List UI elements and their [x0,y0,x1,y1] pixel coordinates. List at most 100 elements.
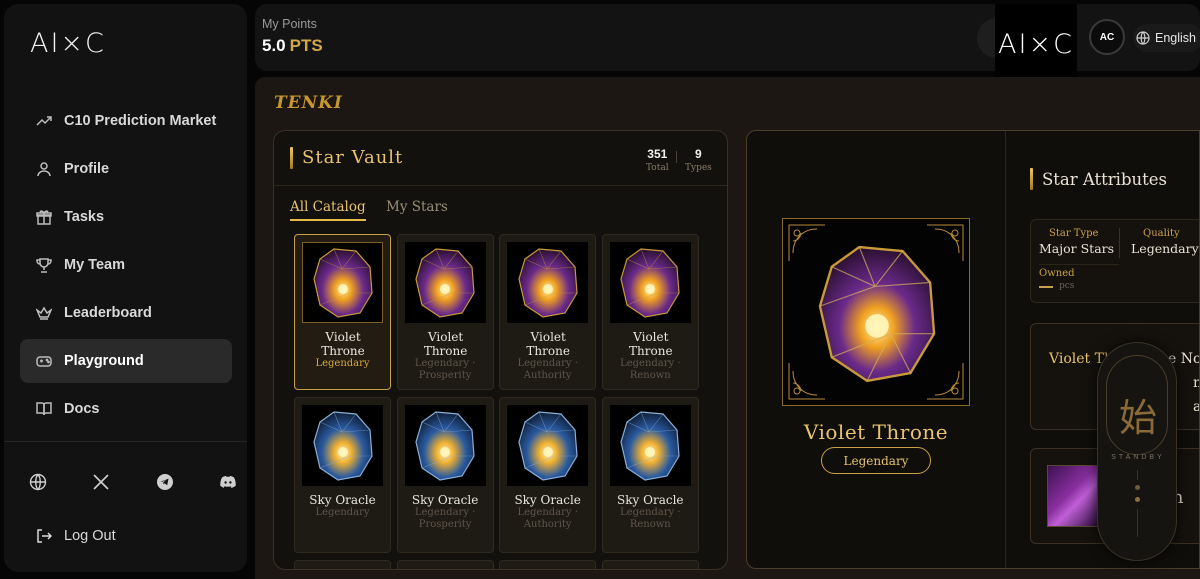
standby-widget[interactable]: 始 STANDBY [1097,342,1177,561]
star-card[interactable] [294,560,391,569]
quality-badge: Legendary [821,447,931,474]
star-card[interactable] [396,560,494,569]
star-card[interactable]: Violet Throne Legendary [294,234,391,390]
card-image [609,242,691,323]
quality-value: Legendary [1131,241,1199,256]
card-image [302,242,383,323]
card-name: Sky Oracle [514,493,581,507]
sidebar-item-label: Docs [64,401,100,417]
sidebar-item-leaderboard[interactable]: Leaderboard [20,291,232,335]
app-logo[interactable]: AI×C [30,28,106,59]
card-image [609,405,691,486]
widget-dot [1135,497,1140,502]
total-count: 351 [647,147,668,161]
owned-label: Owned [1039,268,1075,279]
telegram-icon[interactable] [155,472,175,492]
star-card[interactable] [601,560,699,569]
sidebar: AI×C C10 Prediction Market Profile Tasks… [4,4,247,572]
sidebar-item-playground[interactable]: Playground [20,339,232,383]
sidebar-item-label: Profile [64,161,110,177]
sidebar-item-tasks[interactable]: Tasks [20,195,232,239]
violet-gem-icon [818,245,936,383]
crown-icon [36,305,52,321]
star-card[interactable]: Violet Throne Legendary · Renown [601,234,699,390]
star-card[interactable]: Sky Oracle Legendary · Prosperity [396,397,494,553]
owned-unit: pcs [1059,281,1075,291]
tab-all-catalog[interactable]: All Catalog [290,199,366,221]
widget-line [1137,509,1138,537]
trending-up-icon [36,113,52,129]
book-icon [36,401,52,417]
avatar[interactable]: AC [1089,19,1125,55]
star-card[interactable]: Sky Oracle Legendary · Renown [601,397,699,553]
globe-icon[interactable] [28,472,48,492]
sidebar-item-label: My Team [64,257,125,273]
card-name: Violet Throne [423,330,468,358]
sidebar-item-label: Tasks [64,209,105,225]
sidebar-item-label: Playground [64,353,144,369]
logout-label: Log Out [64,528,116,544]
sky-gem-icon [518,410,578,481]
user-icon [36,161,52,177]
card-quality: Legendary · [620,358,681,369]
tab-my-stars[interactable]: My Stars [386,199,448,215]
card-quality: Legendary [315,507,370,518]
sky-gem-icon [415,410,475,481]
card-name: Sky Oracle [411,493,479,507]
card-name: Sky Oracle [309,493,376,507]
card-quality: Legendary · [620,507,681,518]
sidebar-item-prediction-market[interactable]: C10 Prediction Market [20,99,232,143]
points-label: My Points [262,17,317,31]
card-attribute: Prosperity [418,519,472,530]
card-quality: Legendary · [414,507,476,518]
star-hero-image [782,218,970,406]
card-attribute: Renown [629,370,671,381]
card-attribute: Authority [523,370,572,381]
sky-gem-icon [620,410,680,481]
attr-accent-bar [1030,168,1033,190]
social-links [28,472,238,492]
card-image [404,405,486,486]
gamepad-icon [36,353,52,369]
related-star-image [1047,465,1099,527]
globe-icon [1136,31,1150,45]
widget-line [1137,470,1138,480]
header-logo[interactable]: AI×C [995,4,1077,84]
star-card[interactable] [499,560,597,569]
sidebar-item-docs[interactable]: Docs [20,387,232,431]
owned-value-placeholder [1039,286,1053,288]
star-card[interactable]: Violet Throne Legendary · Authority [499,234,597,390]
star-card[interactable]: Sky Oracle Legendary · Authority [499,397,597,553]
star-name: Violet Throne [803,420,949,444]
attributes-box: Star Type Major Stars Quality Legendary … [1030,219,1199,303]
vault-title: Star Vault [302,147,404,168]
star-card[interactable]: Sky Oracle Legendary [294,397,391,553]
language-selector[interactable]: English [1133,24,1200,52]
title-accent-bar [290,147,293,169]
card-name: Violet Throne [629,330,673,358]
discord-icon[interactable] [218,472,238,492]
sidebar-item-my-team[interactable]: My Team [20,243,232,287]
star-card[interactable]: Violet Throne Legendary · Prosperity [396,234,494,390]
trophy-icon [36,257,52,273]
logout-button[interactable]: Log Out [36,528,116,544]
description-line2: ma [1193,375,1199,391]
points-unit: PTS [289,36,323,55]
top-header: My Points 5.0 PTS AI×C AC English [255,4,1200,84]
violet-gem-icon [415,247,475,318]
stat-divider [676,151,677,163]
widget-dot [1135,485,1140,490]
card-quality: Legendary · [517,507,578,518]
star-vault-panel: Star Vault 351 Total 9 Types All Catalog… [273,130,728,570]
sidebar-item-profile[interactable]: Profile [20,147,232,191]
sidebar-divider [4,441,247,442]
gift-icon [36,209,52,225]
card-name: Violet Throne [526,330,570,358]
star-type-value: Major Stars [1039,241,1115,256]
sky-gem-icon [312,410,373,481]
card-image [507,405,589,486]
standby-status: STANDBY [1111,454,1165,461]
attributes-title: Star Attributes [1042,170,1168,189]
attr-row-divider [1039,264,1119,265]
x-icon[interactable] [91,472,111,492]
